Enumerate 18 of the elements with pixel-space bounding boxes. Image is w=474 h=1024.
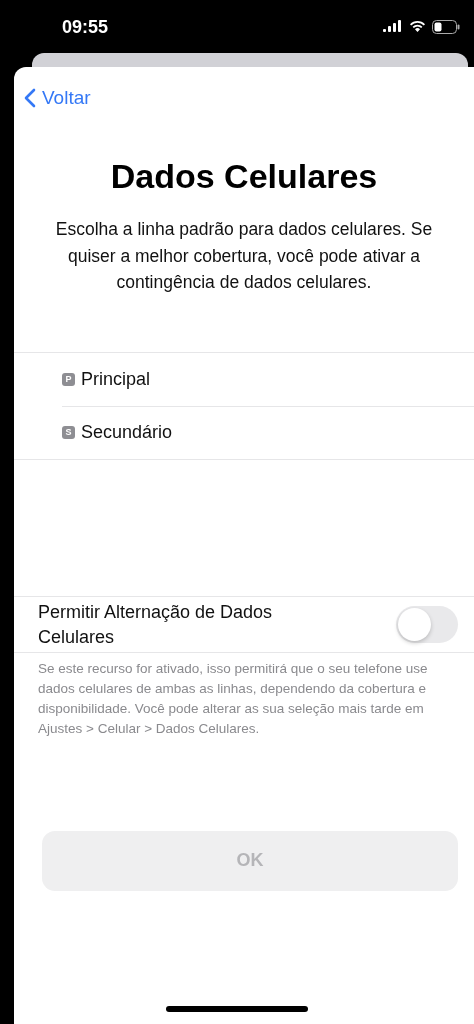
wifi-icon: [409, 20, 426, 33]
line-badge: S: [62, 425, 75, 439]
description: Escolha a linha padrão para dados celulares. Se quiser a melhor cobertura, você pode ativar a contingência de dados celulares.: [54, 218, 434, 294]
signal-icon: [383, 19, 403, 34]
line-label: Secundário: [81, 421, 173, 443]
line-option[interactable]: S Secundário: [14, 405, 474, 459]
toggle-switch[interactable]: [396, 606, 458, 643]
footer-note: Se este recurso for ativado, isso permitirá que o seu telefone use dados celulares de ambas as linhas, dependendo da cobertura e disponibilidade. Você pode alterar as sua seleção mais tarde em Ajustes > Celular > Dados Celulares.: [38, 659, 429, 738]
line-badge: P: [62, 372, 75, 386]
chevron-left-icon: [24, 88, 36, 108]
line-option[interactable]: P Principal: [14, 352, 474, 406]
page-title: Dados Celulares: [109, 157, 379, 196]
back-button[interactable]: Voltar: [24, 87, 91, 109]
back-label: Voltar: [42, 87, 91, 109]
line-label: Principal: [81, 368, 151, 390]
battery-icon: [432, 19, 460, 34]
status-time: 09:55: [62, 16, 109, 38]
switch-label: Permitir Alternação de Dados Celulares: [38, 600, 274, 649]
